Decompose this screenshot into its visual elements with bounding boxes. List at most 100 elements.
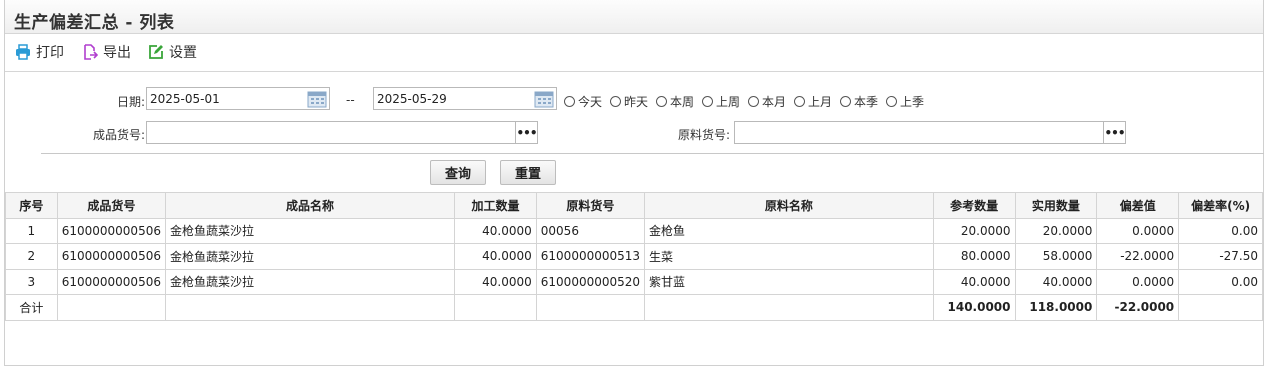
radio-label: 本季 xyxy=(854,95,879,109)
radio-circle[interactable] xyxy=(564,96,575,107)
radio-circle[interactable] xyxy=(610,96,621,107)
material-code-input[interactable]: ••• xyxy=(734,121,1126,144)
material-code-label: 原料货号: xyxy=(677,128,730,142)
radio-this-quarter[interactable]: 本季 xyxy=(840,93,878,110)
column-header[interactable]: 参考数量 xyxy=(932,192,1016,219)
settings-button[interactable]: 设置 xyxy=(148,43,197,61)
title-bar: 生产偏差汇总 - 列表 xyxy=(5,0,1263,34)
product-code-label: 成品货号: xyxy=(92,128,145,142)
date-from-value: 2025-05-01 xyxy=(150,92,220,106)
cell-deviation-rate: 0.00 xyxy=(1178,268,1263,295)
date-from-input[interactable]: 2025-05-01 xyxy=(146,87,330,110)
cell-ref-qty: 80.0000 xyxy=(932,243,1016,270)
query-button[interactable]: 查询 xyxy=(430,160,486,185)
print-label: 打印 xyxy=(36,45,64,61)
radio-this-month[interactable]: 本月 xyxy=(748,93,786,110)
more-picker-button[interactable]: ••• xyxy=(515,122,538,143)
cell-material-code: 00056 xyxy=(535,217,646,244)
radio-yesterday[interactable]: 昨天 xyxy=(610,93,648,110)
cell-material-code: 6100000000520 xyxy=(535,268,646,295)
divider xyxy=(41,153,1264,154)
total-row: 合计 140.0000 118.0000 -22.0000 xyxy=(5,294,1263,321)
print-button[interactable]: 打印 xyxy=(15,43,64,61)
radio-this-week[interactable]: 本周 xyxy=(656,93,694,110)
export-button[interactable]: 导出 xyxy=(82,43,131,61)
column-header[interactable]: 序号 xyxy=(5,192,58,219)
column-header[interactable]: 成品货号 xyxy=(56,192,166,219)
cell-product-name: 金枪鱼蔬菜沙拉 xyxy=(164,243,456,270)
page-title: 生产偏差汇总 - 列表 xyxy=(14,13,175,33)
radio-last-week[interactable]: 上周 xyxy=(702,93,740,110)
column-header[interactable]: 偏差率(%) xyxy=(1178,192,1263,219)
cell-product-name: 金枪鱼蔬菜沙拉 xyxy=(164,268,456,295)
cell-product-code: 6100000000506 xyxy=(56,268,166,295)
cell-ref-qty: 40.0000 xyxy=(932,268,1016,295)
cell-product-code: 6100000000506 xyxy=(56,217,166,244)
table-header-row: 序号 成品货号 成品名称 加工数量 原料货号 原料名称 参考数量 实用数量 偏差… xyxy=(5,192,1263,219)
reset-button[interactable]: 重置 xyxy=(500,160,556,185)
calendar-icon[interactable] xyxy=(534,90,554,108)
radio-circle[interactable] xyxy=(656,96,667,107)
radio-label: 上月 xyxy=(808,95,833,109)
cell-actual-qty: 58.0000 xyxy=(1014,243,1098,270)
cell-deviation: 0.0000 xyxy=(1096,268,1180,295)
radio-circle[interactable] xyxy=(794,96,805,107)
cell-ref-qty: 20.0000 xyxy=(932,217,1016,244)
empty-cell xyxy=(56,294,166,321)
radio-label: 本月 xyxy=(762,95,787,109)
report-window: 生产偏差汇总 - 列表 打印 导出 设置 日期: 2025-05-01 -- 2… xyxy=(4,0,1264,366)
empty-cell xyxy=(1178,294,1263,321)
export-icon xyxy=(82,44,98,60)
cell-deviation-rate: 0.00 xyxy=(1178,217,1263,244)
cell-deviation: 0.0000 xyxy=(1096,217,1180,244)
column-header[interactable]: 成品名称 xyxy=(164,192,456,219)
cell-index: 1 xyxy=(5,217,58,244)
edit-icon xyxy=(148,44,164,60)
column-header[interactable]: 原料名称 xyxy=(644,192,934,219)
cell-index: 2 xyxy=(5,243,58,270)
product-code-input[interactable]: ••• xyxy=(146,121,538,144)
cell-deviation: -22.0000 xyxy=(1096,243,1180,270)
export-label: 导出 xyxy=(103,45,131,61)
cell-product-code: 6100000000506 xyxy=(56,243,166,270)
column-header[interactable]: 加工数量 xyxy=(454,192,537,219)
cell-actual-qty: 40.0000 xyxy=(1014,268,1098,295)
empty-cell xyxy=(164,294,456,321)
table-row[interactable]: 1 6100000000506 金枪鱼蔬菜沙拉 40.0000 00056 金枪… xyxy=(5,217,1263,244)
radio-today[interactable]: 今天 xyxy=(564,93,602,110)
cell-deviation-rate: -27.50 xyxy=(1178,243,1263,270)
total-actual-qty: 118.0000 xyxy=(1014,294,1098,321)
radio-circle[interactable] xyxy=(840,96,851,107)
radio-label: 昨天 xyxy=(624,95,649,109)
total-label: 合计 xyxy=(5,294,58,321)
date-separator: -- xyxy=(346,93,355,107)
cell-material-name: 金枪鱼 xyxy=(644,217,934,244)
cell-material-name: 紫甘蓝 xyxy=(644,268,934,295)
empty-cell xyxy=(535,294,646,321)
more-picker-button[interactable]: ••• xyxy=(1103,122,1126,143)
cell-process-qty: 40.0000 xyxy=(454,217,537,244)
cell-material-name: 生菜 xyxy=(644,243,934,270)
radio-last-quarter[interactable]: 上季 xyxy=(886,93,924,110)
date-to-input[interactable]: 2025-05-29 xyxy=(373,87,557,110)
cell-product-name: 金枪鱼蔬菜沙拉 xyxy=(164,217,456,244)
printer-icon xyxy=(15,44,31,60)
date-label: 日期: xyxy=(116,95,145,109)
toolbar: 打印 导出 设置 xyxy=(5,35,1263,72)
column-header[interactable]: 偏差值 xyxy=(1096,192,1180,219)
calendar-icon[interactable] xyxy=(307,90,327,108)
radio-circle[interactable] xyxy=(702,96,713,107)
radio-circle[interactable] xyxy=(748,96,759,107)
radio-circle[interactable] xyxy=(886,96,897,107)
empty-cell xyxy=(644,294,934,321)
total-ref-qty: 140.0000 xyxy=(932,294,1016,321)
column-header[interactable]: 原料货号 xyxy=(535,192,646,219)
cell-material-code: 6100000000513 xyxy=(535,243,646,270)
total-deviation: -22.0000 xyxy=(1096,294,1180,321)
radio-label: 本周 xyxy=(670,95,695,109)
table-row[interactable]: 2 6100000000506 金枪鱼蔬菜沙拉 40.0000 61000000… xyxy=(5,243,1263,270)
column-header[interactable]: 实用数量 xyxy=(1014,192,1098,219)
table-row[interactable]: 3 6100000000506 金枪鱼蔬菜沙拉 40.0000 61000000… xyxy=(5,268,1263,295)
cell-process-qty: 40.0000 xyxy=(454,243,537,270)
radio-last-month[interactable]: 上月 xyxy=(794,93,832,110)
